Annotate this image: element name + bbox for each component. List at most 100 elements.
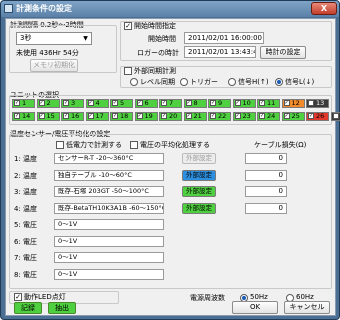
unit-12-toggle[interactable]: ✓ 12	[281, 99, 305, 108]
unit-23-toggle[interactable]: ✓ 23	[232, 112, 256, 121]
unit-checkbox[interactable]: ✓	[210, 100, 216, 106]
unit-2-toggle[interactable]: ✓ 2	[36, 99, 60, 108]
unit-1-toggle[interactable]: ✓ 1	[12, 99, 35, 108]
cable-loss-field[interactable]: 0	[245, 169, 287, 181]
unit-number: 5	[120, 99, 125, 107]
unit-14-toggle[interactable]: ✓ 14	[12, 112, 35, 121]
unit-checkbox[interactable]: ✓	[283, 113, 290, 119]
unit-15-toggle[interactable]: ✓ 15	[36, 112, 60, 121]
unit-8-toggle[interactable]: ✓ 8	[183, 99, 207, 108]
unit-number: 6	[144, 99, 149, 107]
unit-25-toggle[interactable]: ✓ 25	[281, 112, 305, 121]
external-sync-checkbox[interactable]	[124, 67, 132, 75]
unit-checkbox[interactable]: ✓	[259, 113, 265, 119]
unit-checkbox[interactable]: ✓	[259, 100, 265, 106]
unit-checkbox[interactable]: ✓	[185, 113, 192, 119]
unit-checkbox[interactable]: ✓	[308, 113, 314, 119]
radio-level-sync[interactable]	[130, 78, 138, 86]
sensor-type-field[interactable]: 0～1V	[54, 219, 164, 230]
unit-6-toggle[interactable]: ✓ 6	[134, 99, 158, 108]
sensor-type-field[interactable]: 既存-石塚 203GT -50～100°C	[54, 186, 164, 197]
unit-checkbox[interactable]: ✓	[234, 113, 241, 119]
external-settings-button[interactable]: 外部設定	[182, 202, 216, 214]
unit-26-toggle[interactable]: ✓ 26	[306, 112, 329, 121]
unit-number: 23	[242, 112, 251, 120]
unit-checkbox[interactable]: ✓	[112, 100, 118, 106]
unit-number: 14	[22, 112, 31, 120]
led-checkbox[interactable]: ✓	[14, 293, 22, 301]
unit-17-toggle[interactable]: ✓ 17	[85, 112, 109, 121]
sensor-row-label: 7: 電圧	[14, 254, 38, 262]
unit-checkbox[interactable]: ✓	[161, 100, 167, 106]
radio-signal-high[interactable]	[228, 78, 236, 86]
external-settings-button[interactable]: 外部設定	[182, 169, 216, 181]
unit-21-toggle[interactable]: ✓ 21	[183, 112, 207, 121]
unit-checkbox[interactable]: ✓	[38, 100, 45, 106]
voltage-average-checkbox[interactable]	[130, 141, 138, 149]
cancel-button[interactable]: キャンセル	[284, 301, 330, 314]
external-sync-checkbox-label: 外部同期計測	[134, 67, 176, 75]
unit-7-toggle[interactable]: ✓ 7	[159, 99, 182, 108]
unit-checkbox[interactable]: ✓	[87, 100, 94, 106]
unit-9-toggle[interactable]: ✓ 9	[208, 99, 231, 108]
unit-checkbox[interactable]: ✓	[112, 113, 118, 119]
sensor-type-field[interactable]: 既存-BetaTH10K3A1B -60～150°C	[54, 202, 164, 214]
radio-signal-low[interactable]	[275, 78, 283, 86]
start-time-field[interactable]: 2011/02/01 16:00:00	[184, 32, 264, 44]
interval-selected-value: 3秒	[20, 34, 32, 42]
interval-select[interactable]: 3秒 ▼	[16, 32, 92, 45]
sensor-row-label: 2: 温度	[14, 171, 38, 180]
unit-number: 26	[316, 112, 325, 120]
unit-checkbox[interactable]: ✓	[136, 100, 143, 106]
start-time-checkbox[interactable]: ✓	[124, 22, 132, 30]
unit-4-toggle[interactable]: ✓ 4	[85, 99, 109, 108]
unit-13-toggle[interactable]: 13	[306, 99, 329, 108]
close-button[interactable]: X	[311, 2, 337, 15]
unit-checkbox[interactable]: ✓	[234, 100, 241, 106]
unit-number: 17	[95, 112, 104, 120]
low-power-label: 低電力で計測する	[66, 141, 122, 149]
external-settings-button[interactable]: 外部設定	[182, 153, 216, 164]
unit-18-toggle[interactable]: ✓ 18	[110, 112, 133, 121]
unit-22-toggle[interactable]: ✓ 22	[208, 112, 231, 121]
unit-checkbox[interactable]: ✓	[161, 113, 167, 119]
unit-5-toggle[interactable]: ✓ 5	[110, 99, 133, 108]
sensor-type-field[interactable]: 0～1V	[54, 235, 164, 247]
extract-button[interactable]: 抽出	[48, 302, 76, 314]
sensor-type-field[interactable]: 0～1V	[54, 268, 164, 280]
unit-checkbox[interactable]: ✓	[14, 100, 20, 106]
unit-10-toggle[interactable]: ✓ 10	[232, 99, 256, 108]
unit-11-toggle[interactable]: ✓ 11	[257, 99, 280, 108]
unit-checkbox[interactable]	[308, 100, 314, 106]
low-power-checkbox[interactable]	[56, 141, 64, 149]
unit-24-toggle[interactable]: ✓ 24	[257, 112, 280, 121]
unit-27-toggle[interactable]: 27	[330, 112, 340, 121]
sensor-type-field[interactable]: センサーR-T -20～360°C	[54, 153, 164, 164]
sensor-type-field[interactable]: 独自テーブル -10～60°C	[54, 169, 164, 181]
unit-20-toggle[interactable]: ✓ 20	[159, 112, 182, 121]
radio-trigger[interactable]	[180, 78, 188, 86]
external-settings-button[interactable]: 外部設定	[182, 186, 216, 197]
record-button[interactable]: 記録	[14, 302, 42, 314]
sensor-type-field[interactable]: 0～1V	[54, 252, 164, 263]
unit-checkbox[interactable]: ✓	[185, 100, 192, 106]
cable-loss-field[interactable]: 0	[245, 153, 287, 164]
cable-loss-field[interactable]: 0	[245, 202, 287, 214]
unit-checkbox[interactable]: ✓	[283, 100, 290, 106]
cable-loss-field[interactable]: 0	[245, 186, 287, 197]
unit-19-toggle[interactable]: ✓ 19	[134, 112, 158, 121]
unit-checkbox[interactable]: ✓	[63, 100, 69, 106]
set-clock-button[interactable]: 時計の設定	[260, 46, 306, 59]
unit-checkbox[interactable]: ✓	[136, 113, 143, 119]
ok-button[interactable]: OK	[232, 301, 278, 314]
start-time-checkbox-label: 開始時間指定	[134, 22, 176, 30]
unit-3-toggle[interactable]: ✓ 3	[61, 99, 84, 108]
unit-16-toggle[interactable]: ✓ 16	[61, 112, 84, 121]
unit-checkbox[interactable]: ✓	[38, 113, 45, 119]
memory-init-button[interactable]: メモリ初期化	[30, 59, 78, 72]
unit-checkbox[interactable]: ✓	[63, 113, 69, 119]
unit-checkbox[interactable]: ✓	[14, 113, 20, 119]
unit-checkbox[interactable]: ✓	[87, 113, 94, 119]
unit-checkbox[interactable]: ✓	[210, 113, 216, 119]
unit-checkbox[interactable]	[332, 113, 339, 119]
